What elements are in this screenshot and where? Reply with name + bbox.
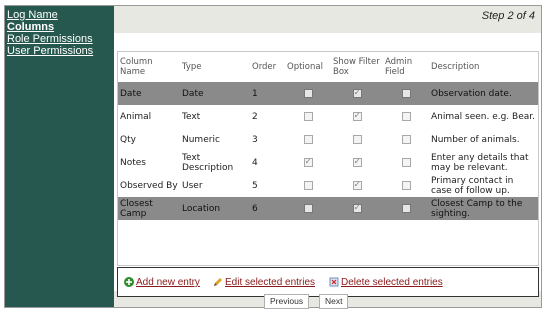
cell-type: Date [180,82,250,105]
show-filter-box-cell [331,128,383,151]
cell-order: 3 [250,128,285,151]
columns-table: Column Name Type Order Optional Show Fil… [118,52,538,220]
edit-selected-entries-label: Edit selected entries [225,277,316,288]
show-filter-box-checkbox[interactable] [352,110,362,122]
cell-type: Numeric [180,128,250,151]
cell-column-name: Closest Camp [118,197,180,220]
delete-selected-entries-button[interactable]: Delete selected entries [329,277,443,288]
header-description: Description [429,52,538,82]
admin-field-checkbox[interactable] [401,203,411,213]
table-row: DateDate1Observation date. [118,82,538,105]
admin-field-checkbox[interactable] [401,180,411,190]
optional-cell [285,174,331,197]
cell-description: Animal seen. e.g. Bear. [429,105,538,128]
show-filter-box-checkbox[interactable] [352,202,362,214]
step-indicator: Step 2 of 4 [481,10,535,22]
cell-description: Closest Camp to the sighting. [429,197,538,220]
cell-column-name: Notes [118,151,180,174]
cell-column-name: Observed By [118,174,180,197]
show-filter-box-cell [331,197,383,220]
cell-order: 4 [250,151,285,174]
cell-column-name: Animal [118,105,180,128]
cell-type: Text [180,105,250,128]
header-column-name: Column Name [118,52,180,82]
admin-field-checkbox[interactable] [401,157,411,167]
table-row: NotesText Description4 Enter any details … [118,151,538,174]
admin-field-cell [383,82,429,105]
cell-column-name: Date [118,82,180,105]
cell-type: Location [180,197,250,220]
cell-order: 2 [250,105,285,128]
table-row: AnimalText2 Animal seen. e.g. Bear. [118,105,538,128]
wizard-frame: Log Name Columns Role Permissions User P… [4,5,542,309]
show-filter-box-cell [331,151,383,174]
optional-checkbox[interactable] [303,111,313,121]
optional-checkbox[interactable] [303,88,313,98]
edit-selected-entries-button[interactable]: Edit selected entries [213,277,315,288]
table-row: Closest CampLocation6 Closest Camp to the… [118,197,538,220]
sidebar-item-user-permissions[interactable]: User Permissions [5,45,114,57]
action-bar: Add new entry Edit selected entries Dele… [117,267,539,297]
main-panel: Step 2 of 4 Column Name Type Order Optio… [114,6,541,309]
sidebar-item-log-name[interactable]: Log Name [5,9,114,21]
sidebar-item-role-permissions[interactable]: Role Permissions [5,33,114,45]
cell-description: Observation date. [429,82,538,105]
optional-cell [285,197,331,220]
show-filter-box-checkbox[interactable] [352,134,362,144]
optional-checkbox[interactable] [303,203,313,213]
cell-order: 5 [250,174,285,197]
admin-field-cell [383,174,429,197]
header-type: Type [180,52,250,82]
sidebar-item-columns[interactable]: Columns [5,21,114,33]
header-admin-field: Admin Field [383,52,429,82]
optional-checkbox[interactable] [303,134,313,144]
optional-cell [285,105,331,128]
delete-icon [329,277,339,287]
header-order: Order [250,52,285,82]
optional-cell [285,82,331,105]
cell-description: Primary contact in case of follow up. [429,174,538,197]
previous-button[interactable]: Previous [264,294,310,309]
table-row: Observed ByUser5 Primary contact in case … [118,174,538,197]
cell-type: User [180,174,250,197]
content-area: Column Name Type Order Optional Show Fil… [114,33,541,297]
pencil-icon [214,278,222,287]
add-new-entry-button[interactable]: Add new entry [124,277,200,288]
admin-field-cell [383,128,429,151]
show-filter-box-checkbox[interactable] [352,156,362,168]
cell-column-name: Qty [118,128,180,151]
optional-cell [285,128,331,151]
header-optional: Optional [285,52,331,82]
show-filter-box-cell [331,174,383,197]
admin-field-checkbox[interactable] [401,111,411,121]
cell-order: 1 [250,82,285,105]
add-icon [124,277,134,288]
admin-field-cell [383,197,429,220]
optional-checkbox[interactable] [303,180,313,190]
admin-field-cell [383,151,429,174]
add-new-entry-label: Add new entry [136,277,200,288]
table-header-row: Column Name Type Order Optional Show Fil… [118,52,538,82]
header-show-filter-box: Show Filter Box [331,52,383,82]
columns-table-container: Column Name Type Order Optional Show Fil… [117,51,539,266]
show-filter-box-cell [331,105,383,128]
admin-field-checkbox[interactable] [401,134,411,144]
cell-order: 6 [250,197,285,220]
admin-field-cell [383,105,429,128]
optional-cell [285,151,331,174]
sidebar: Log Name Columns Role Permissions User P… [5,6,114,307]
cell-description: Enter any details that may be relevant. [429,151,538,174]
next-button[interactable]: Next [319,294,349,309]
show-filter-box-checkbox[interactable] [352,87,362,99]
table-row: Qty Numeric 3 Number of animals. [118,128,538,151]
show-filter-box-checkbox[interactable] [352,179,362,191]
show-filter-box-cell [331,82,383,105]
cell-description: Number of animals. [429,128,538,151]
admin-field-checkbox[interactable] [401,88,411,98]
optional-checkbox[interactable] [303,156,313,168]
cell-type: Text Description [180,151,250,174]
delete-selected-entries-label: Delete selected entries [341,277,443,288]
